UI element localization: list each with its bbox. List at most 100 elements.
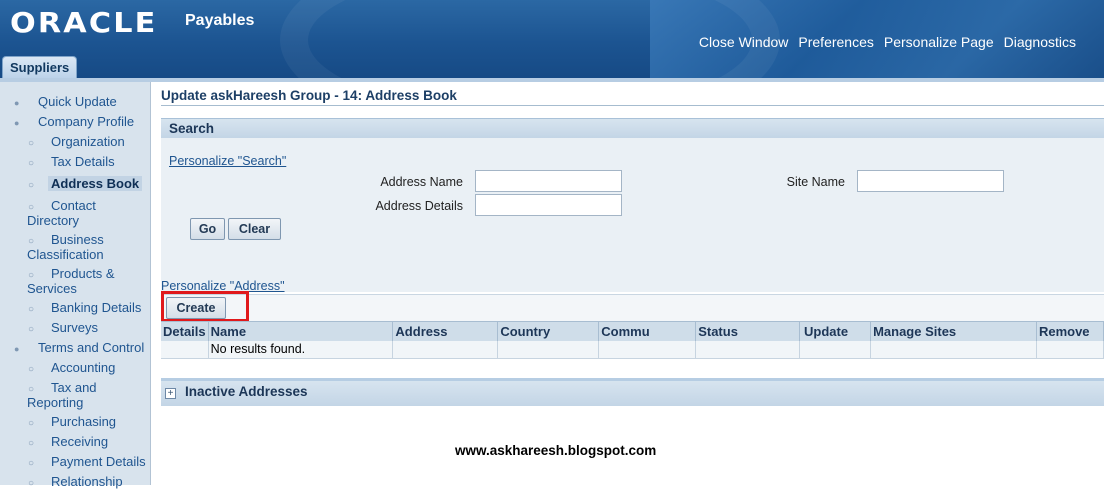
- sidebar-item-label: Purchasing: [51, 414, 117, 429]
- circle-bullet-icon: ○: [28, 236, 35, 247]
- close-window-link[interactable]: Close Window: [699, 34, 788, 50]
- circle-bullet-icon: ○: [28, 270, 35, 281]
- sidebar-item-purchasing[interactable]: ○ Purchasing: [0, 414, 150, 429]
- table-cell: [1036, 340, 1104, 359]
- table-cell: [392, 340, 499, 359]
- sidebar-item-quick-update[interactable]: ● Quick Update: [0, 94, 150, 109]
- sidebar-item-tax-details[interactable]: ○ Tax Details: [0, 154, 150, 169]
- global-links: Close Window Preferences Personalize Pag…: [699, 34, 1076, 50]
- sidebar-item-business-classification[interactable]: ○ Business Classification: [0, 232, 150, 262]
- sidebar-item-surveys[interactable]: ○ Surveys: [0, 320, 150, 335]
- personalize-search-link[interactable]: Personalize "Search": [169, 154, 286, 168]
- inactive-addresses-title: Inactive Addresses: [185, 384, 308, 399]
- tab-strip: [0, 78, 1104, 82]
- column-header-details: Details: [161, 321, 209, 341]
- sidebar-item-label: Receiving: [51, 434, 109, 449]
- table-header-row: Details Name Address Country Commu Statu…: [161, 321, 1104, 341]
- sidebar-item-receiving[interactable]: ○ Receiving: [0, 434, 150, 449]
- sidebar: ● Quick Update ● Company Profile ○ Organ…: [0, 82, 151, 489]
- sidebar-item-organization[interactable]: ○ Organization: [0, 134, 150, 149]
- sidebar-item-label: Quick Update: [38, 94, 117, 109]
- circle-bullet-icon: ○: [28, 180, 35, 191]
- empty-results-message: No results found.: [208, 340, 394, 359]
- sidebar-item-label: Surveys: [51, 320, 98, 335]
- sidebar-item-payment-details[interactable]: ○ Payment Details: [0, 454, 150, 469]
- sidebar-item-label: Company Profile: [38, 114, 135, 129]
- sidebar-item-label: Address Book: [48, 176, 143, 191]
- sidebar-item-label: Terms and Control: [38, 340, 145, 355]
- diagnostics-link[interactable]: Diagnostics: [1004, 34, 1076, 50]
- sidebar-item-label: Products & Services: [27, 266, 115, 296]
- search-section-header: Search: [161, 118, 1104, 138]
- address-name-input[interactable]: [475, 170, 622, 192]
- circle-bullet-icon: ○: [28, 138, 35, 149]
- column-header-update: Update: [799, 321, 872, 341]
- sidebar-item-label: Business Classification: [27, 232, 104, 262]
- circle-bullet-icon: ○: [28, 384, 35, 395]
- search-section-title: Search: [169, 121, 215, 136]
- circle-bullet-icon: ○: [28, 364, 35, 375]
- circle-bullet-icon: ○: [28, 202, 35, 213]
- circle-bullet-icon: ○: [28, 438, 35, 449]
- sidebar-item-label: Banking Details: [51, 300, 142, 315]
- column-header-name[interactable]: Name: [208, 321, 394, 341]
- app-header: ORACLE Payables Close Window Preferences…: [0, 0, 1104, 78]
- sidebar-item-label: Tax and Reporting: [27, 380, 97, 410]
- sidebar-item-relationship[interactable]: ○ Relationship: [0, 474, 150, 489]
- bullet-icon: ●: [14, 118, 20, 128]
- address-results-table: Details Name Address Country Commu Statu…: [161, 321, 1104, 359]
- sidebar-item-contact-directory[interactable]: ○ Contact Directory: [0, 198, 150, 228]
- table-cell: [497, 340, 600, 359]
- column-header-country[interactable]: Country: [497, 321, 600, 341]
- circle-bullet-icon: ○: [28, 324, 35, 335]
- page-title: Update askHareesh Group - 14: Address Bo…: [161, 88, 1104, 106]
- sidebar-item-products-services[interactable]: ○ Products & Services: [0, 266, 150, 296]
- site-name-label: Site Name: [786, 175, 845, 189]
- circle-bullet-icon: ○: [28, 478, 35, 489]
- product-name: Payables: [185, 12, 255, 29]
- circle-bullet-icon: ○: [28, 458, 35, 469]
- circle-bullet-icon: ○: [28, 304, 35, 315]
- sidebar-item-label: Tax Details: [51, 154, 115, 169]
- bullet-icon: ●: [14, 344, 20, 354]
- address-name-label: Address Name: [380, 175, 463, 189]
- bullet-icon: ●: [14, 98, 20, 108]
- preferences-link[interactable]: Preferences: [798, 34, 873, 50]
- expand-plus-icon[interactable]: +: [165, 388, 176, 399]
- sidebar-item-tax-and-reporting[interactable]: ○ Tax and Reporting: [0, 380, 150, 410]
- go-button[interactable]: Go: [190, 218, 225, 240]
- inactive-addresses-header[interactable]: + Inactive Addresses: [161, 378, 1104, 406]
- search-region: Personalize "Search" Address Name Addres…: [161, 138, 1104, 293]
- address-details-input[interactable]: [475, 194, 622, 216]
- table-cell: [799, 340, 872, 359]
- site-name-input[interactable]: [857, 170, 1004, 192]
- circle-bullet-icon: ○: [28, 158, 35, 169]
- table-cell: [695, 340, 801, 359]
- column-header-manage-sites: Manage Sites: [870, 321, 1037, 341]
- table-row: No results found.: [161, 340, 1104, 359]
- column-header-remove: Remove: [1036, 321, 1104, 341]
- clear-button[interactable]: Clear: [228, 218, 281, 240]
- sidebar-item-label: Payment Details: [51, 454, 146, 469]
- watermark-text: www.askhareesh.blogspot.com: [455, 443, 657, 458]
- column-header-address[interactable]: Address: [392, 321, 499, 341]
- sidebar-item-accounting[interactable]: ○ Accounting: [0, 360, 150, 375]
- create-button-highlight: [161, 291, 249, 322]
- personalize-page-link[interactable]: Personalize Page: [884, 34, 994, 50]
- sidebar-item-terms-and-control[interactable]: ● Terms and Control: [0, 340, 150, 355]
- sidebar-item-label: Organization: [51, 134, 125, 149]
- column-header-status[interactable]: Status: [695, 321, 801, 341]
- sidebar-item-company-profile[interactable]: ● Company Profile: [0, 114, 150, 129]
- circle-bullet-icon: ○: [28, 418, 35, 429]
- oracle-logo: ORACLE: [10, 6, 158, 39]
- table-cell: [870, 340, 1037, 359]
- sidebar-item-label: Accounting: [51, 360, 116, 375]
- sidebar-item-banking-details[interactable]: ○ Banking Details: [0, 300, 150, 315]
- table-cell: [161, 340, 209, 359]
- sidebar-item-label: Relationship: [51, 474, 123, 489]
- tab-suppliers[interactable]: Suppliers: [2, 56, 78, 78]
- column-header-communication[interactable]: Commu: [598, 321, 697, 341]
- sidebar-item-label: Contact Directory: [27, 198, 96, 228]
- sidebar-item-address-book[interactable]: ○ Address Book: [0, 176, 150, 191]
- address-details-label: Address Details: [375, 199, 463, 213]
